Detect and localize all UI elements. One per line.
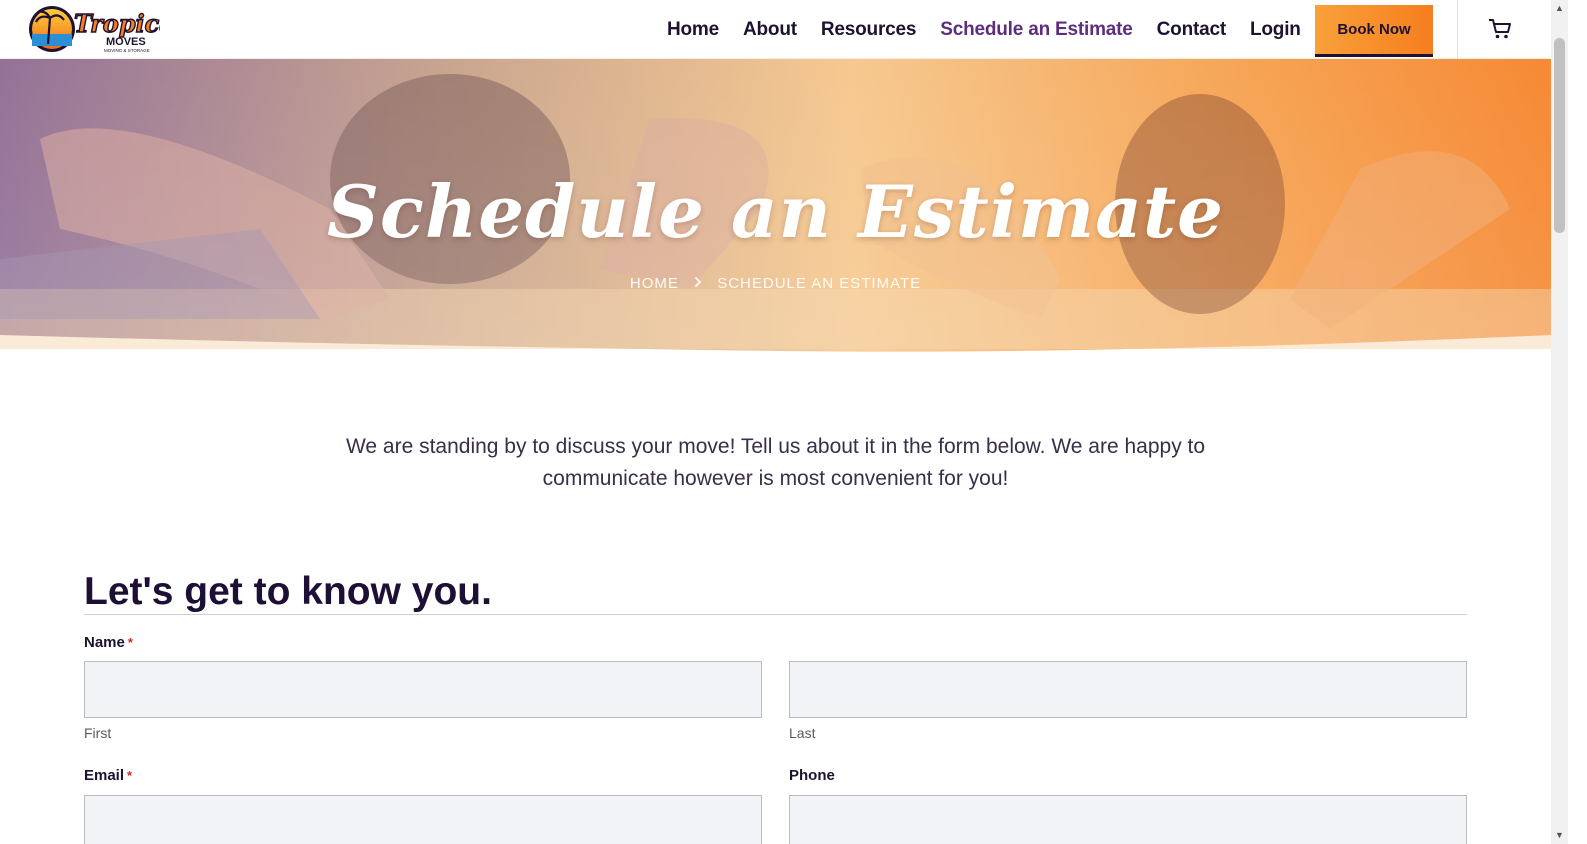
nav-resources-link[interactable]: Resources — [821, 19, 917, 41]
required-indicator: * — [127, 635, 133, 650]
last-name-input[interactable] — [789, 661, 1467, 718]
svg-text:MOVING & STORAGE: MOVING & STORAGE — [104, 48, 150, 53]
nav-about-link[interactable]: About — [743, 19, 797, 41]
header-divider — [1457, 0, 1458, 59]
form-section-heading: Let's get to know you. — [84, 570, 492, 613]
book-now-button[interactable]: Book Now — [1315, 5, 1433, 57]
first-name-input[interactable] — [84, 661, 762, 718]
last-name-sublabel: Last — [789, 725, 816, 741]
name-field-label: Name * — [84, 634, 133, 651]
logo-graphic: Tropical MOVES MOVING & STORAGE — [29, 6, 185, 53]
intro-text: We are standing by to discuss your move!… — [345, 435, 1206, 490]
shopping-cart-icon[interactable] — [1487, 17, 1513, 41]
phone-input[interactable] — [789, 795, 1467, 844]
nav-schedule-estimate-link[interactable]: Schedule an Estimate — [940, 19, 1133, 41]
scroll-up-arrow-icon[interactable]: ▲ — [1551, 0, 1568, 17]
nav-contact-link[interactable]: Contact — [1157, 19, 1227, 41]
email-field-label: Email * — [84, 767, 132, 784]
breadcrumb-current: SCHEDULE AN ESTIMATE — [717, 274, 922, 292]
first-name-sublabel: First — [84, 725, 112, 741]
chevron-right-icon — [694, 275, 702, 291]
scrollbar-thumb[interactable] — [1554, 38, 1565, 233]
email-label-text: Email — [84, 767, 125, 784]
phone-field-label: Phone — [789, 767, 835, 784]
section-divider — [84, 614, 1467, 615]
page-title: Schedule an Estimate — [327, 169, 1224, 254]
svg-text:Tropical: Tropical — [74, 9, 160, 38]
svg-text:MOVES: MOVES — [106, 36, 146, 48]
site-header: Tropical MOVES MOVING & STORAGE Home Abo… — [0, 0, 1551, 59]
nav-home-link[interactable]: Home — [667, 19, 719, 41]
required-indicator: * — [127, 768, 133, 783]
breadcrumb: HOME SCHEDULE AN ESTIMATE — [0, 274, 1551, 292]
email-input[interactable] — [84, 795, 762, 844]
site-logo[interactable]: Tropical MOVES MOVING & STORAGE — [28, 4, 185, 54]
breadcrumb-home-link[interactable]: HOME — [630, 275, 679, 292]
nav-login-link[interactable]: Login — [1250, 19, 1301, 41]
hero-banner: Schedule an Estimate HOME SCHEDULE AN ES… — [0, 59, 1551, 354]
main-nav: Home About Resources Schedule an Estimat… — [667, 0, 1301, 59]
name-label-text: Name — [84, 634, 125, 651]
scroll-down-arrow-icon[interactable]: ▼ — [1551, 827, 1568, 844]
page-scrollbar[interactable]: ▲ ▼ — [1551, 0, 1568, 844]
